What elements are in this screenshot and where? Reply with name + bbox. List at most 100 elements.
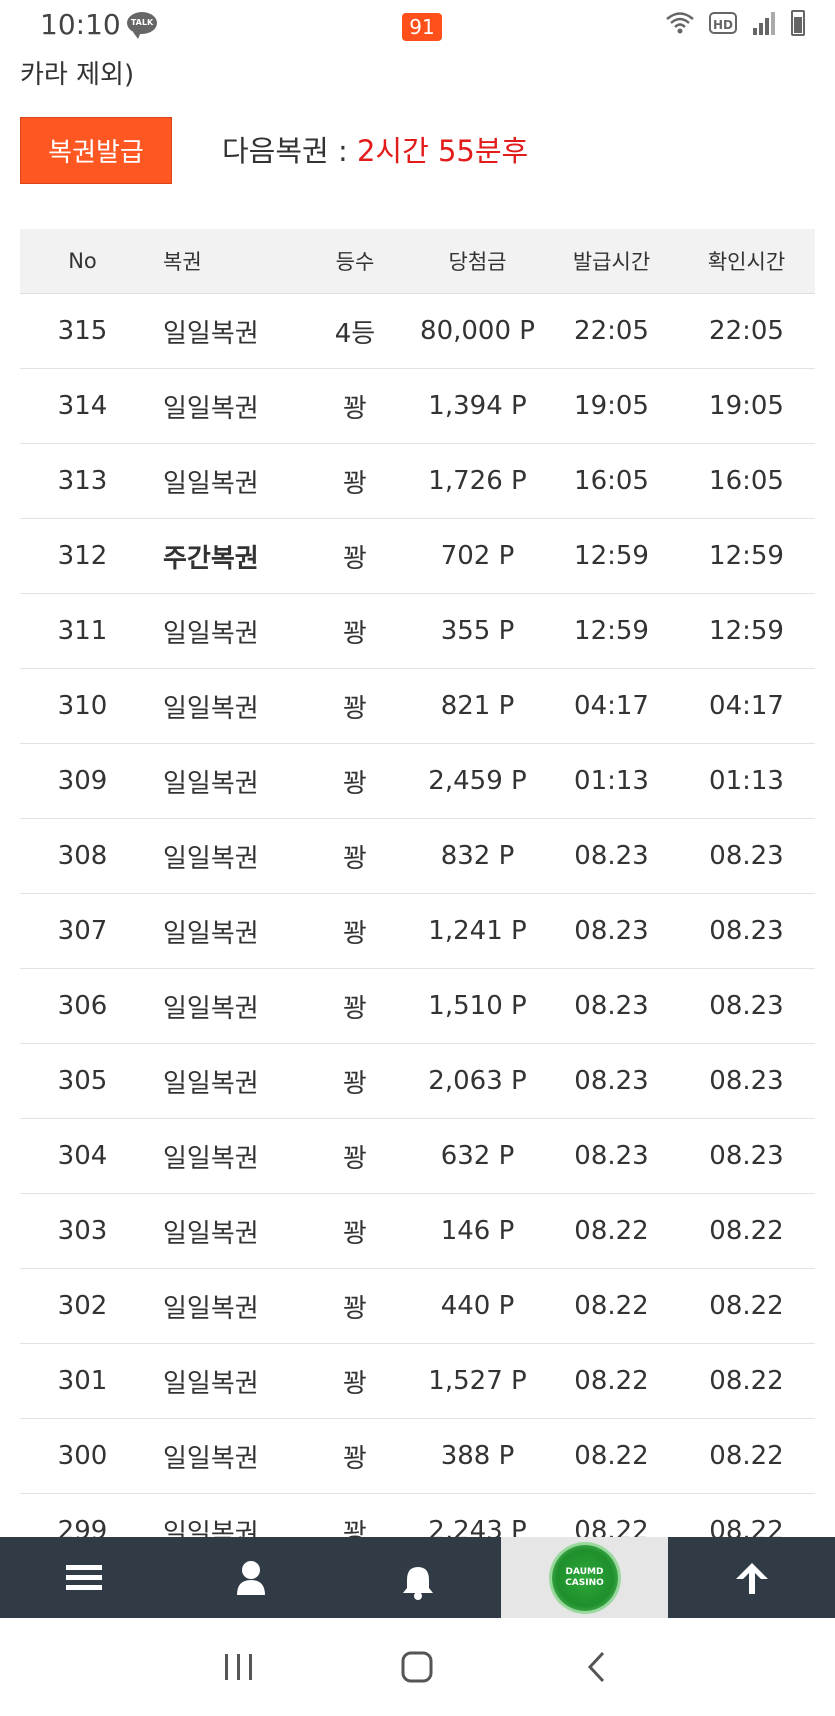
back-button[interactable]: [571, 1642, 621, 1692]
row-prize: 388 P: [440, 1441, 515, 1471]
arrow-up-icon: [735, 1562, 768, 1594]
system-nav-bar: [0, 1618, 835, 1716]
recent-apps-button[interactable]: [214, 1642, 264, 1692]
recent-apps-icon: [225, 1654, 253, 1680]
table-row: 308 일일복권 꽝 832 P 08.23 08.23: [20, 819, 815, 894]
notification-badge: 91: [402, 13, 442, 41]
row-grade: 꽝: [343, 1368, 367, 1399]
casino-logo: DAUMD CASINO: [551, 1544, 618, 1611]
nav-menu[interactable]: [0, 1537, 167, 1618]
header-check-time: 확인시간: [707, 250, 786, 274]
row-issue-time: 08.22: [574, 1366, 649, 1396]
row-check-time: 08.22: [709, 1366, 784, 1396]
row-check-time: 08.23: [709, 841, 784, 871]
row-check-time: 08.23: [709, 916, 784, 946]
row-check-time: 08.22: [709, 1291, 784, 1321]
row-prize: 1,394 P: [428, 391, 527, 421]
row-no: 301: [57, 1366, 108, 1396]
row-prize: 1,527 P: [428, 1366, 527, 1396]
row-no: 307: [57, 916, 108, 946]
row-prize: 80,000 P: [420, 316, 535, 346]
nav-casino[interactable]: DAUMD CASINO: [501, 1537, 668, 1618]
bottom-nav: DAUMD CASINO: [0, 1537, 835, 1618]
nav-scroll-top[interactable]: [668, 1537, 835, 1618]
table-row: 314 일일복권 꽝 1,394 P 19:05 19:05: [20, 369, 815, 444]
row-lottery-name: 일일복권: [163, 1218, 259, 1249]
row-no: 303: [57, 1216, 108, 1246]
row-no: 314: [57, 391, 108, 421]
row-lottery-name: 일일복권: [163, 693, 259, 724]
home-button[interactable]: [392, 1642, 442, 1692]
back-icon: [587, 1651, 604, 1683]
row-issue-time: 08.23: [574, 841, 649, 871]
table-row: 313 일일복권 꽝 1,726 P 16:05 16:05: [20, 444, 815, 519]
nav-profile[interactable]: [167, 1537, 334, 1618]
row-check-time: 12:59: [709, 541, 784, 571]
row-grade: 꽝: [343, 1218, 367, 1249]
row-issue-time: 08.23: [574, 991, 649, 1021]
row-no: 313: [57, 466, 108, 496]
row-grade: 4등: [334, 318, 376, 349]
truncated-notice-text: 카라 제외): [20, 60, 135, 90]
table-row: 309 일일복권 꽝 2,459 P 01:13 01:13: [20, 744, 815, 819]
header-no: No: [68, 249, 97, 273]
row-grade: 꽝: [343, 843, 367, 874]
row-grade: 꽝: [343, 618, 367, 649]
casino-logo-text-2: CASINO: [565, 1577, 604, 1588]
row-lottery-name: 일일복권: [163, 393, 259, 424]
row-prize: 632 P: [440, 1141, 515, 1171]
row-no: 302: [57, 1291, 108, 1321]
row-grade: 꽝: [343, 918, 367, 949]
table-row: 315 일일복권 4등 80,000 P 22:05 22:05: [20, 294, 815, 369]
row-grade: 꽝: [343, 993, 367, 1024]
table-row: 300 일일복권 꽝 388 P 08.22 08.22: [20, 1419, 815, 1494]
row-issue-time: 04:17: [574, 691, 649, 721]
row-lottery-name: 일일복권: [163, 918, 259, 949]
row-no: 315: [57, 316, 108, 346]
row-check-time: 08.23: [709, 991, 784, 1021]
row-check-time: 12:59: [709, 616, 784, 646]
issue-lottery-button[interactable]: 복권발급: [20, 117, 172, 184]
table-row: 304 일일복권 꽝 632 P 08.23 08.23: [20, 1119, 815, 1194]
row-check-time: 16:05: [709, 466, 784, 496]
menu-icon: [65, 1564, 102, 1590]
row-issue-time: 08.23: [574, 916, 649, 946]
table-header: No 복권 등수 당첨금 발급시간 확인시간: [20, 229, 815, 294]
row-prize: 821 P: [440, 691, 515, 721]
row-issue-time: 01:13: [574, 766, 649, 796]
row-grade: 꽝: [343, 468, 367, 499]
next-lottery-label: 다음복권 :: [222, 134, 357, 168]
row-lottery-name: 일일복권: [163, 1368, 259, 1399]
row-prize: 355 P: [440, 616, 515, 646]
row-no: 305: [57, 1066, 108, 1096]
row-prize: 2,459 P: [428, 766, 527, 796]
row-lottery-name: 일일복권: [163, 843, 259, 874]
casino-logo-text-1: DAUMD: [565, 1566, 604, 1577]
next-lottery-info: 다음복권 : 2시간 55분후: [222, 128, 528, 170]
row-no: 311: [57, 616, 108, 646]
row-prize: 832 P: [440, 841, 515, 871]
row-no: 304: [57, 1141, 108, 1171]
nav-notifications[interactable]: [334, 1537, 501, 1618]
table-row: 303 일일복권 꽝 146 P 08.22 08.22: [20, 1194, 815, 1269]
row-issue-time: 19:05: [574, 391, 649, 421]
row-prize: 1,241 P: [428, 916, 527, 946]
row-lottery-name: 일일복권: [163, 768, 259, 799]
next-lottery-countdown: 2시간 55분후: [356, 134, 529, 168]
row-prize: 146 P: [440, 1216, 515, 1246]
row-grade: 꽝: [343, 693, 367, 724]
row-prize: 702 P: [440, 541, 515, 571]
row-lottery-name: 일일복권: [163, 1443, 259, 1474]
row-grade: 꽝: [343, 768, 367, 799]
lottery-history-table: No 복권 등수 당첨금 발급시간 확인시간 315 일일복권 4등 80,000 P…: [20, 229, 815, 1569]
row-no: 300: [57, 1441, 108, 1471]
row-grade: 꽝: [343, 543, 367, 574]
row-issue-time: 08.22: [574, 1216, 649, 1246]
bell-icon: [402, 1566, 433, 1600]
home-icon: [401, 1651, 433, 1683]
user-icon: [236, 1560, 265, 1595]
header-prize: 당첨금: [448, 250, 507, 274]
row-no: 310: [57, 691, 108, 721]
row-issue-time: 16:05: [574, 466, 649, 496]
row-lottery-name: 일일복권: [163, 468, 259, 499]
